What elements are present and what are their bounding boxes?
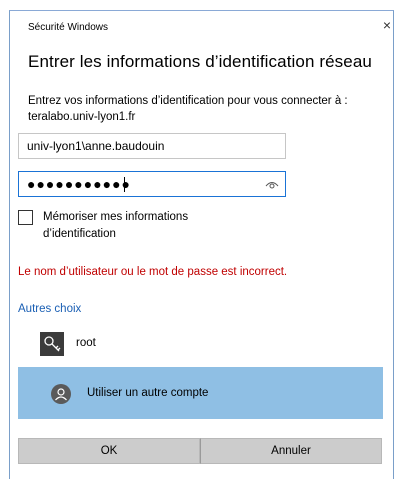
remember-checkbox[interactable]	[18, 210, 33, 225]
dialog-description: Entrez vos informations d’identification…	[28, 95, 348, 123]
window-title: Sécurité Windows	[28, 22, 109, 33]
password-mask: ●●●●●●●●●●●	[27, 176, 132, 192]
close-button[interactable]: ×	[380, 18, 394, 32]
more-choices-link[interactable]: Autres choix	[18, 303, 81, 315]
account-option-root[interactable]: root	[36, 329, 356, 359]
text-caret	[124, 177, 125, 192]
user-icon	[51, 384, 71, 404]
eye-icon[interactable]	[265, 178, 279, 190]
account-label: Utiliser un autre compte	[87, 387, 209, 399]
account-label: root	[76, 337, 96, 349]
error-message: Le nom d’utilisateur ou le mot de passe …	[18, 266, 288, 278]
remember-label[interactable]: Mémoriser mes informations d’identificat…	[43, 209, 243, 243]
ok-button[interactable]: OK	[18, 438, 200, 464]
account-option-other[interactable]: Utiliser un autre compte	[18, 367, 383, 419]
dialog-heading: Entrer les informations d’identification…	[28, 52, 372, 71]
key-icon	[40, 332, 64, 356]
cancel-button[interactable]: Annuler	[200, 438, 382, 464]
password-field[interactable]: ●●●●●●●●●●●	[18, 171, 286, 197]
username-field[interactable]: univ-lyon1\anne.baudouin	[18, 133, 286, 159]
